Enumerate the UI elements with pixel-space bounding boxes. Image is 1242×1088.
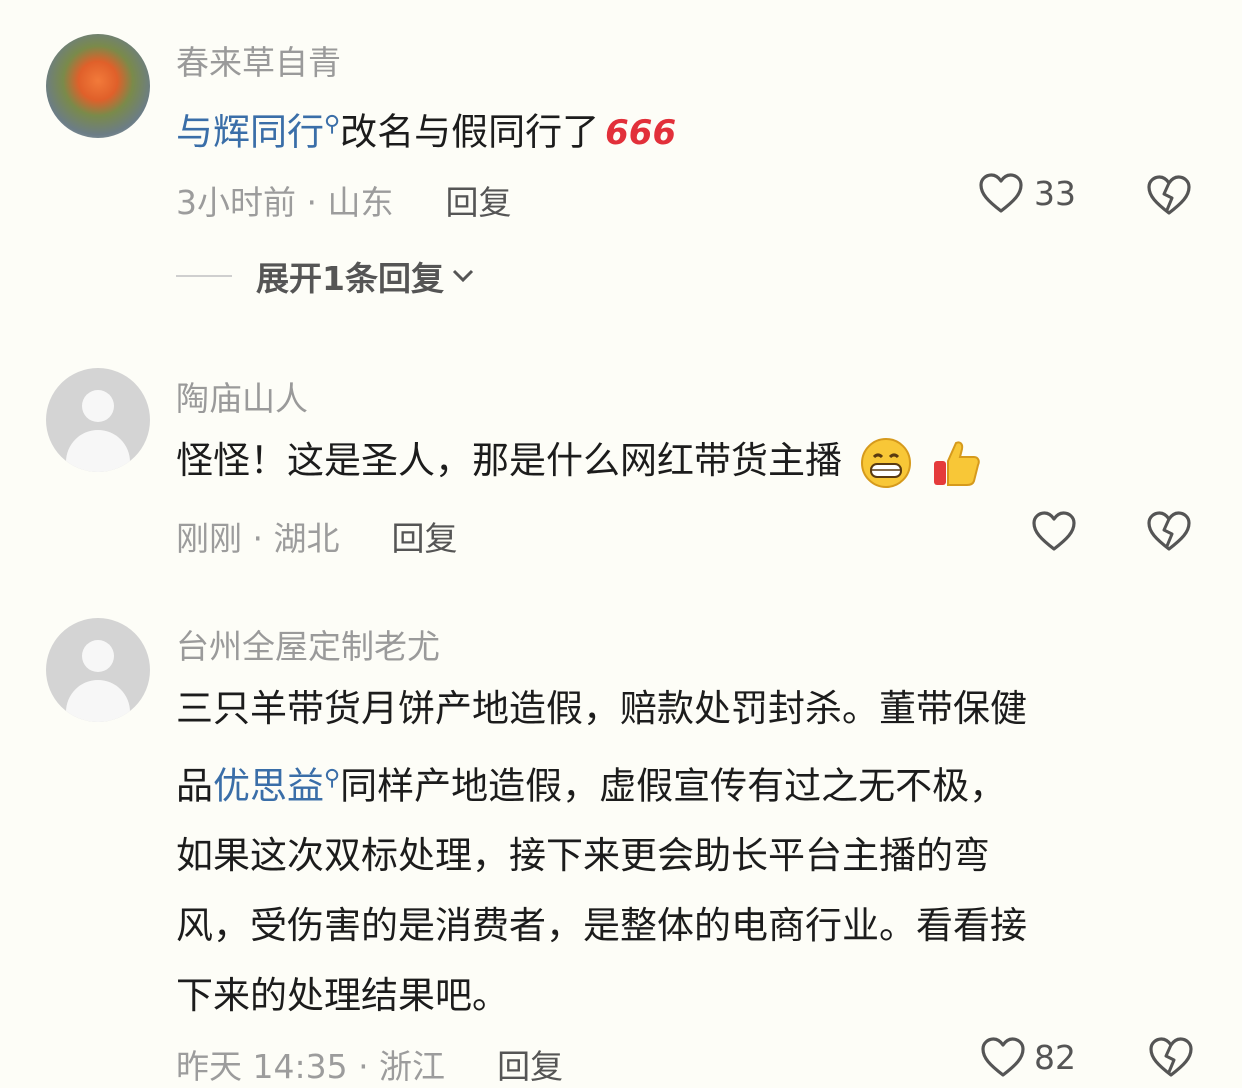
like-button[interactable]: 33	[978, 172, 1076, 214]
topic-link[interactable]: 优思益	[213, 764, 324, 807]
comment-line: 下来的处理结果吧。	[176, 974, 509, 1018]
comment-meta: 昨天 14:35 · 浙江 回复	[176, 1040, 563, 1088]
time-location: 刚刚 · 湖北	[176, 519, 340, 558]
search-icon: ⚲	[324, 112, 341, 137]
comment-content: 怪怪！这是圣人，那是什么网红带货主播	[176, 426, 1196, 496]
grinning-emoji-icon	[860, 437, 911, 488]
comment-text: 品	[176, 764, 213, 808]
heart-icon	[981, 1037, 1025, 1077]
comment-line: 三只羊带货月饼产地造假，赔款处罚封杀。董带保健	[176, 687, 1027, 730]
time-location: 昨天 14:35 · 浙江	[176, 1047, 446, 1086]
reply-button[interactable]: 回复	[497, 1047, 563, 1086]
comment-text: 怪怪！这是圣人，那是什么网红带货主播	[176, 439, 842, 482]
comment-username[interactable]: 台州全屋定制老尤	[176, 620, 440, 668]
badge-666-emoji: 666	[605, 113, 677, 154]
comment-line: 品优思益⚲同样产地造假，虚假宣传有过之无不极，	[176, 744, 1196, 821]
comment-text: 同样产地造假，虚假宣传有过之无不极，	[340, 764, 1007, 808]
comment-line: 如果这次双标处理，接下来更会助长平台主播的弯	[176, 834, 990, 878]
comment-meta: 刚刚 · 湖北 回复	[176, 512, 457, 560]
comment-content: 与辉同行⚲改名与假同行了 666	[176, 90, 1196, 168]
avatar[interactable]	[46, 34, 150, 138]
reply-button[interactable]: 回复	[391, 519, 457, 558]
reply-button[interactable]: 回复	[445, 183, 511, 222]
expand-label: 展开1条回复	[256, 259, 444, 298]
avatar[interactable]	[46, 368, 150, 472]
heart-icon	[979, 173, 1023, 213]
like-count: 33	[1034, 173, 1076, 213]
like-button[interactable]: 82	[980, 1036, 1076, 1078]
time-location: 3小时前 · 山东	[176, 183, 394, 222]
broken-heart-icon[interactable]	[1148, 1036, 1194, 1078]
broken-heart-icon[interactable]	[1146, 174, 1192, 216]
like-count: 82	[1034, 1037, 1076, 1077]
comment-meta: 3小时前 · 山东 回复	[176, 176, 511, 224]
comment-line: 风，受伤害的是消费者，是整体的电商行业。看看接	[176, 904, 1027, 948]
expand-replies-button[interactable]: 展开1条回复	[176, 252, 474, 300]
heart-icon[interactable]	[1031, 510, 1077, 552]
chevron-down-icon	[452, 269, 474, 283]
comment-username[interactable]: 陶庙山人	[176, 372, 308, 420]
comment-username[interactable]: 春来草自青	[176, 36, 341, 84]
divider	[176, 275, 232, 277]
topic-link[interactable]: 与辉同行	[176, 110, 324, 153]
thumbs-up-emoji-icon	[933, 440, 980, 486]
comment-content: 三只羊带货月饼产地造假，赔款处罚封杀。董带保健 品优思益⚲同样产地造假，虚假宣传…	[176, 674, 1196, 1031]
avatar[interactable]	[46, 618, 150, 722]
broken-heart-icon[interactable]	[1146, 510, 1192, 552]
search-icon: ⚲	[324, 766, 341, 791]
comment-text: 改名与假同行了	[340, 110, 600, 154]
